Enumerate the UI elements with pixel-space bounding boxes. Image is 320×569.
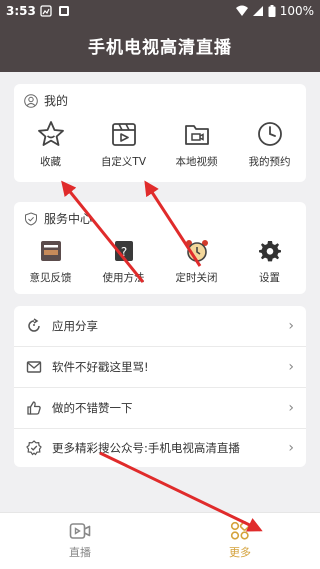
menu-item-share-label: 应用分享 — [52, 319, 98, 333]
guide-button[interactable]: ? 使用方法 — [87, 238, 160, 285]
chevron-right-icon: › — [288, 400, 294, 416]
feedback-button[interactable]: 意见反馈 — [14, 238, 87, 285]
service-card: 服务中心 意见反馈 ? 使用方法 定时关闭 设置 — [14, 202, 306, 294]
status-right: 100% — [235, 4, 314, 18]
folder-video-icon — [184, 125, 209, 145]
reservations-label: 我的预约 — [248, 156, 291, 168]
menu-item-complain-label: 软件不好戳这里骂! — [52, 360, 149, 374]
local-video-button[interactable]: 本地视频 — [160, 120, 233, 169]
page-title: 手机电视高清直播 — [0, 24, 320, 72]
status-time: 3:53 — [6, 4, 36, 18]
clock-icon — [257, 122, 282, 146]
mine-card: 我的 收藏 自定义TV 本地视频 我的预约 — [14, 84, 306, 182]
menu-item-like[interactable]: 做的不错赞一下 › — [14, 388, 306, 428]
guide-label: 使用方法 — [102, 272, 145, 284]
alarm-clock-icon — [185, 240, 208, 262]
menu-item-complain[interactable]: 软件不好戳这里骂! › — [14, 347, 306, 387]
mail-icon — [26, 361, 42, 373]
svg-text:?: ? — [120, 245, 126, 259]
sleep-timer-label: 定时关闭 — [175, 272, 218, 284]
feedback-icon — [40, 241, 61, 261]
settings-label: 设置 — [259, 272, 280, 284]
wifi-icon — [235, 5, 248, 16]
bottom-tab-bar: 直播 更多 — [0, 512, 320, 569]
custom-tv-label: 自定义TV — [100, 156, 147, 168]
status-bar: 3:53 100% — [0, 0, 320, 24]
user-icon — [24, 93, 38, 108]
custom-tv-button[interactable]: 自定义TV — [87, 120, 160, 169]
mine-header: 我的 — [24, 92, 68, 109]
tab-live-label: 直播 — [69, 546, 91, 559]
guide-icon: ? — [114, 241, 133, 261]
chevron-right-icon: › — [288, 318, 294, 334]
menu-item-official-account-label: 更多精彩搜公众号:手机电视高清直播 — [52, 441, 240, 455]
sleep-timer-button[interactable]: 定时关闭 — [160, 238, 233, 285]
battery-percent: 100% — [279, 4, 314, 18]
star-icon — [37, 121, 64, 146]
service-title: 服务中心 — [44, 212, 93, 226]
settings-button[interactable]: 设置 — [233, 238, 306, 285]
favorites-button[interactable]: 收藏 — [14, 120, 87, 169]
menu-item-like-label: 做的不错赞一下 — [52, 401, 133, 415]
chevron-right-icon: › — [288, 440, 294, 456]
notification-app-icon — [40, 5, 52, 17]
share-icon — [28, 318, 40, 332]
menu-item-share[interactable]: 应用分享 › — [14, 306, 306, 346]
badge-check-icon — [26, 440, 42, 456]
battery-icon — [268, 5, 276, 17]
grid-more-icon — [230, 521, 250, 540]
menu-item-official-account[interactable]: 更多精彩搜公众号:手机电视高清直播 › — [14, 429, 306, 467]
video-camera-icon — [69, 523, 91, 539]
gear-icon — [258, 241, 281, 262]
chevron-right-icon: › — [288, 359, 294, 375]
favorites-label: 收藏 — [40, 156, 61, 168]
local-video-label: 本地视频 — [175, 156, 218, 168]
tab-more[interactable]: 更多 — [160, 513, 320, 569]
reservations-button[interactable]: 我的预约 — [233, 120, 306, 169]
feedback-label: 意见反馈 — [29, 272, 72, 284]
clapperboard-icon — [111, 123, 136, 146]
tab-live[interactable]: 直播 — [0, 513, 160, 569]
signal-icon — [252, 6, 263, 16]
mine-title: 我的 — [44, 94, 69, 108]
shield-check-icon — [25, 211, 37, 226]
tab-more-label: 更多 — [229, 546, 251, 559]
thumbs-up-icon — [27, 401, 41, 415]
notification-image-icon — [59, 6, 69, 16]
service-header: 服务中心 — [24, 210, 92, 227]
